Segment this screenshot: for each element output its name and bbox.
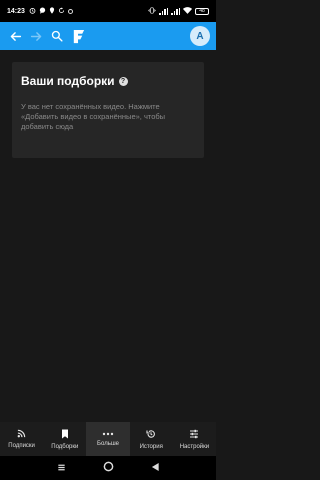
- app-logo-icon[interactable]: [69, 27, 87, 45]
- nav-label-settings: Настройки: [179, 443, 210, 450]
- history-icon: [146, 429, 156, 441]
- rss-icon: [17, 429, 26, 440]
- search-icon[interactable]: [48, 27, 66, 45]
- bookmark-icon: [61, 429, 69, 441]
- system-navigation-bar: [0, 456, 216, 480]
- sync-icon: [58, 6, 65, 16]
- status-time: 14:23: [7, 7, 25, 15]
- app-bar: A: [0, 22, 216, 50]
- home-icon[interactable]: [103, 459, 114, 477]
- notification-icons: [29, 6, 73, 16]
- alarm-icon: [29, 7, 36, 16]
- nav-item-settings[interactable]: Настройки: [173, 422, 216, 456]
- nav-label-subscriptions: Подписки: [8, 443, 35, 449]
- system-status-icons: 48: [148, 6, 209, 16]
- card-title-text: Ваши подборки: [21, 74, 115, 88]
- help-icon[interactable]: ?: [118, 76, 128, 86]
- location-icon: [49, 6, 55, 16]
- signal-icon: [159, 7, 168, 15]
- nav-label-more: Больше: [97, 440, 119, 447]
- battery-icon: 48: [195, 7, 209, 15]
- playlists-empty-card: Ваши подборки ? У вас нет сохранённых ви…: [12, 62, 204, 158]
- forward-arrow-icon[interactable]: [27, 27, 45, 45]
- nav-label-history: История: [139, 443, 163, 450]
- nav-item-more[interactable]: Больше: [86, 422, 130, 456]
- more-dots-icon: [102, 432, 114, 438]
- sliders-icon: [189, 429, 199, 441]
- status-dot-icon: [67, 8, 73, 14]
- wifi-icon: [183, 6, 192, 16]
- vibrate-icon: [148, 7, 156, 16]
- signal-2-icon: [171, 7, 180, 15]
- back-triangle-icon[interactable]: [151, 459, 160, 477]
- nav-item-subscriptions[interactable]: Подписки: [0, 422, 43, 456]
- empty-state-text: У вас нет сохранённых видео. Нажмите «До…: [21, 102, 166, 131]
- nav-item-playlists[interactable]: Подборки: [43, 422, 86, 456]
- bottom-navigation: Подписки Подборки Больше История Настрой…: [0, 422, 216, 456]
- nav-item-history[interactable]: История: [130, 422, 173, 456]
- page-title: Ваши подборки ?: [21, 74, 195, 88]
- chat-icon: [39, 6, 46, 16]
- back-arrow-icon[interactable]: [6, 27, 24, 45]
- status-bar: 14:23 48: [0, 0, 216, 22]
- recents-icon[interactable]: [57, 459, 66, 477]
- nav-label-playlists: Подборки: [51, 443, 79, 450]
- avatar[interactable]: A: [190, 26, 210, 46]
